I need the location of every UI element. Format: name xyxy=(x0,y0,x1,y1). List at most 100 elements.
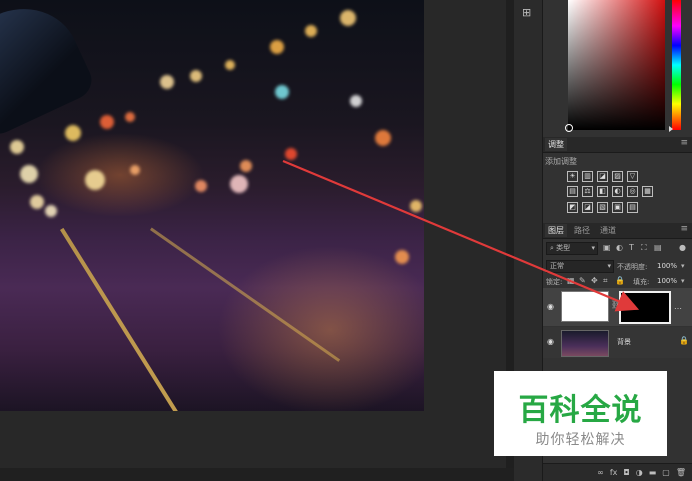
filter-shape-icon[interactable]: ⛶ xyxy=(641,243,647,253)
tab-paths[interactable]: 路径 xyxy=(571,224,593,237)
filter-smart-object-icon[interactable]: ▤ xyxy=(654,243,662,252)
hue-saturation-icon[interactable]: ▤ xyxy=(567,186,578,197)
black-white-icon[interactable]: ◧ xyxy=(597,186,608,197)
bokeh-light xyxy=(195,180,207,192)
bokeh-light xyxy=(85,170,105,190)
more-icon: … xyxy=(674,302,682,311)
filter-toggle-icon[interactable]: ● xyxy=(679,243,686,252)
blend-mode-select[interactable]: 正常 ▾ xyxy=(546,260,614,273)
bokeh-light xyxy=(340,10,356,26)
layer-name[interactable]: 背景 xyxy=(617,337,631,347)
hue-slider[interactable] xyxy=(672,0,681,130)
canvas-workspace[interactable] xyxy=(0,0,514,481)
fill-value[interactable]: 100% xyxy=(657,277,677,285)
umbrella-shape xyxy=(0,0,98,141)
bokeh-light xyxy=(270,40,284,54)
chevron-down-icon: ▾ xyxy=(591,244,595,252)
brightness-contrast-icon[interactable]: ☀ xyxy=(567,171,578,182)
layer-row-background[interactable]: ◉ 背景 🔒 xyxy=(543,327,692,358)
kind-filter-value: 类型 xyxy=(556,244,571,252)
bokeh-light xyxy=(410,200,422,212)
new-group-icon[interactable]: ▬ xyxy=(649,468,657,477)
layers-tabbar: 图层 路径 通道 ≡ xyxy=(543,223,692,239)
tab-layers[interactable]: 图层 xyxy=(545,224,567,237)
curves-icon[interactable]: ◪ xyxy=(597,171,608,182)
layer-thumbnail[interactable] xyxy=(561,291,609,322)
lock-label: 锁定: xyxy=(546,278,563,286)
layer-mask-thumbnail[interactable] xyxy=(619,291,671,324)
street-light-streak xyxy=(60,227,202,411)
tab-channels[interactable]: 通道 xyxy=(597,224,619,237)
bokeh-light xyxy=(30,195,44,209)
canvas-photo[interactable] xyxy=(0,0,424,411)
adjustment-icons-row-1: ☀ ▥ ◪ ▨ ▽ xyxy=(567,171,638,182)
bokeh-light xyxy=(285,148,297,160)
bokeh-light xyxy=(20,165,38,183)
color-lookup-icon[interactable]: ▦ xyxy=(642,186,653,197)
bokeh-light xyxy=(225,60,235,70)
bokeh-light xyxy=(375,130,391,146)
add-mask-icon[interactable]: ◘ xyxy=(623,468,629,477)
bokeh-light xyxy=(275,85,289,99)
panel-menu-icon[interactable]: ≡ xyxy=(680,138,688,148)
bokeh-light xyxy=(230,175,248,193)
history-icon[interactable]: ⊞ xyxy=(522,6,531,19)
hue-slider-marker[interactable] xyxy=(669,126,673,132)
filter-type-icon[interactable]: T xyxy=(629,243,634,252)
lock-transparent-icon[interactable]: ▦ xyxy=(567,276,575,285)
bokeh-light xyxy=(130,165,140,175)
selective-color-icon[interactable]: ▣ xyxy=(612,202,623,213)
bokeh-light xyxy=(65,125,81,141)
threshold-icon[interactable]: ▧ xyxy=(597,202,608,213)
bokeh-light xyxy=(10,140,24,154)
channel-mixer-icon[interactable]: ◎ xyxy=(627,186,638,197)
lock-image-icon[interactable]: ✎ xyxy=(579,276,586,285)
visibility-eye-icon[interactable]: ◉ xyxy=(547,337,554,346)
bokeh-light xyxy=(395,250,409,264)
color-balance-icon[interactable]: ⚖ xyxy=(582,186,593,197)
visibility-eye-icon[interactable]: ◉ xyxy=(547,302,554,311)
status-bar xyxy=(0,468,514,481)
lock-all-icon[interactable]: 🔒 xyxy=(615,276,625,285)
color-picker-field[interactable] xyxy=(568,0,665,130)
lock-icon[interactable]: 🔒 xyxy=(679,336,689,345)
panel-menu-icon[interactable]: ≡ xyxy=(680,224,688,234)
kind-filter-select[interactable]: ⌕ 类型 ▾ xyxy=(546,242,598,255)
vibrance-icon[interactable]: ▽ xyxy=(627,171,638,182)
layer-row-mask[interactable]: ◉ ⛓ … xyxy=(543,288,692,326)
color-picker-cursor[interactable] xyxy=(565,124,573,132)
layers-footer-toolbar: ∞ fx ◘ ◑ ▬ ▢ 🗑 xyxy=(543,463,692,481)
adjustment-icons-row-3: ◩ ◪ ▧ ▣ ▤ xyxy=(567,202,638,213)
photo-filter-icon[interactable]: ◐ xyxy=(612,186,623,197)
opacity-value[interactable]: 100% xyxy=(657,262,677,270)
fill-label: 填充: xyxy=(633,278,650,286)
chevron-down-icon[interactable]: ▾ xyxy=(681,277,685,285)
adjustment-icons-row-2: ▤ ⚖ ◧ ◐ ◎ ▦ xyxy=(567,186,653,197)
watermark-title: 百科全说 xyxy=(518,393,643,428)
exposure-icon[interactable]: ▨ xyxy=(612,171,623,182)
levels-icon[interactable]: ▥ xyxy=(582,171,593,182)
link-layers-icon[interactable]: ∞ xyxy=(597,468,604,477)
new-adjustment-icon[interactable]: ◑ xyxy=(636,468,643,477)
gradient-map-icon[interactable]: ▤ xyxy=(627,202,638,213)
new-layer-icon[interactable]: ▢ xyxy=(662,468,670,477)
adjustments-tabbar: 调整 ≡ xyxy=(543,137,692,153)
opacity-label: 不透明度: xyxy=(617,263,648,271)
tab-adjustments[interactable]: 调整 xyxy=(545,138,567,151)
layer-style-icon[interactable]: fx xyxy=(610,468,618,477)
bokeh-light xyxy=(100,115,114,129)
bokeh-light xyxy=(305,25,317,37)
lock-position-icon[interactable]: ✥ xyxy=(591,276,598,285)
bokeh-light xyxy=(160,75,174,89)
lock-artboard-icon[interactable]: ⌗ xyxy=(603,276,608,286)
posterize-icon[interactable]: ◪ xyxy=(582,202,593,213)
watermark-subtitle: 助你轻松解决 xyxy=(535,432,626,448)
layer-thumbnail[interactable] xyxy=(561,330,609,357)
filter-adjustment-icon[interactable]: ◐ xyxy=(616,243,623,252)
watermark-logo: 百科全说 助你轻松解决 xyxy=(494,371,667,456)
invert-icon[interactable]: ◩ xyxy=(567,202,578,213)
blend-mode-value: 正常 xyxy=(550,262,564,270)
chevron-down-icon[interactable]: ▾ xyxy=(681,262,685,270)
filter-pixel-icon[interactable]: ▣ xyxy=(603,243,611,252)
trash-icon[interactable]: 🗑 xyxy=(676,468,686,477)
